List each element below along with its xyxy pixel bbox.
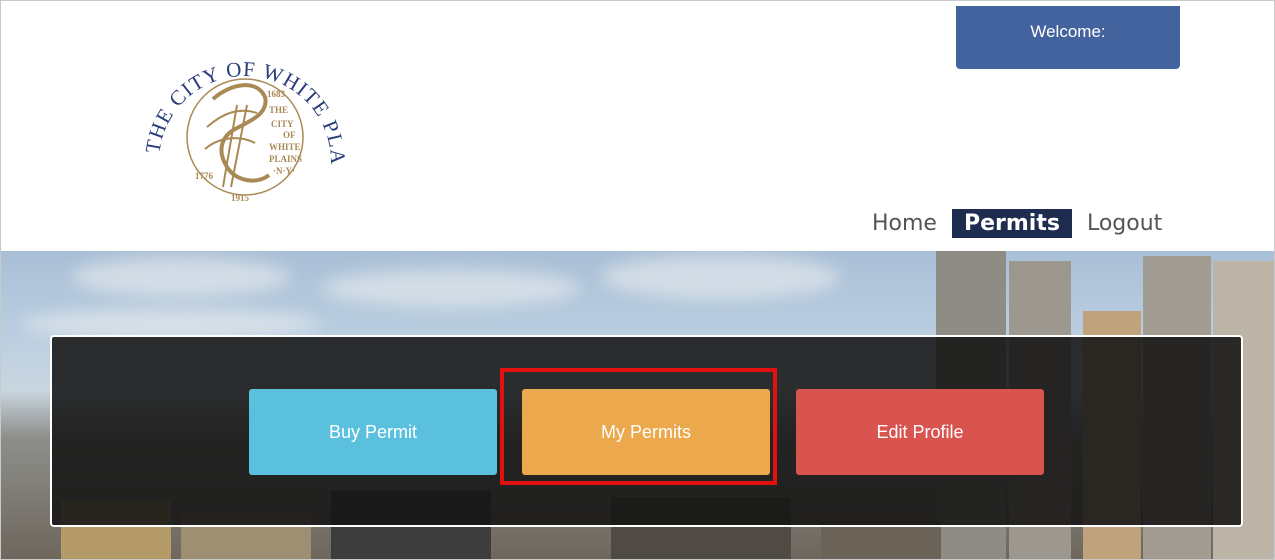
svg-text:OF: OF: [283, 130, 296, 140]
svg-text:·N·Y·: ·N·Y·: [273, 166, 295, 176]
edit-profile-button[interactable]: Edit Profile: [796, 389, 1044, 475]
svg-text:CITY: CITY: [271, 119, 294, 129]
site-header: THE CITY OF WHITE PLAINS 1683 THE CITY O…: [1, 1, 1274, 251]
svg-text:1915: 1915: [231, 193, 250, 203]
nav-home-link[interactable]: Home: [865, 209, 944, 238]
highlight-box: [500, 368, 777, 485]
main-nav: Home Permits Logout: [865, 209, 1169, 238]
svg-text:1776: 1776: [195, 171, 214, 181]
nav-permits-link[interactable]: Permits: [951, 209, 1072, 238]
buy-permit-button[interactable]: Buy Permit: [249, 389, 497, 475]
nav-logout-link[interactable]: Logout: [1080, 209, 1169, 238]
svg-text:WHITE: WHITE: [269, 142, 301, 152]
action-panel: Buy Permit My Permits Edit Profile: [50, 335, 1243, 527]
svg-text:PLAINS: PLAINS: [269, 154, 302, 164]
seal-text: THE CITY OF WHITE PLAINS: [135, 17, 349, 166]
svg-text:THE CITY OF WHITE PLAINS: THE CITY OF WHITE PLAINS: [135, 17, 350, 166]
page-frame: THE CITY OF WHITE PLAINS 1683 THE CITY O…: [0, 0, 1275, 560]
welcome-badge: Welcome:: [956, 6, 1180, 69]
svg-text:1683: 1683: [267, 89, 286, 99]
svg-text:THE: THE: [269, 105, 288, 115]
city-seal-logo: THE CITY OF WHITE PLAINS 1683 THE CITY O…: [135, 17, 350, 203]
